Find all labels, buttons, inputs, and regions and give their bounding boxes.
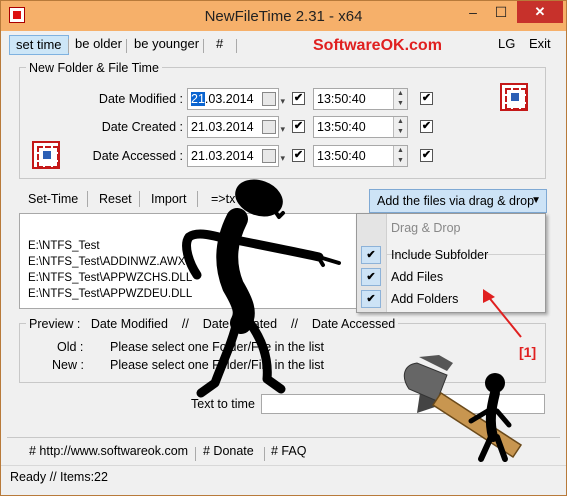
annotation-label: [1] [519, 344, 537, 360]
annotation-arrow [483, 289, 522, 338]
illustration-overlay [182, 179, 523, 462]
app-window: NewFileTime 2.31 - x64 – ☐ ✕ set time be… [0, 0, 567, 496]
pointing-stick-figure [182, 179, 341, 398]
hammer-figure [403, 355, 523, 462]
